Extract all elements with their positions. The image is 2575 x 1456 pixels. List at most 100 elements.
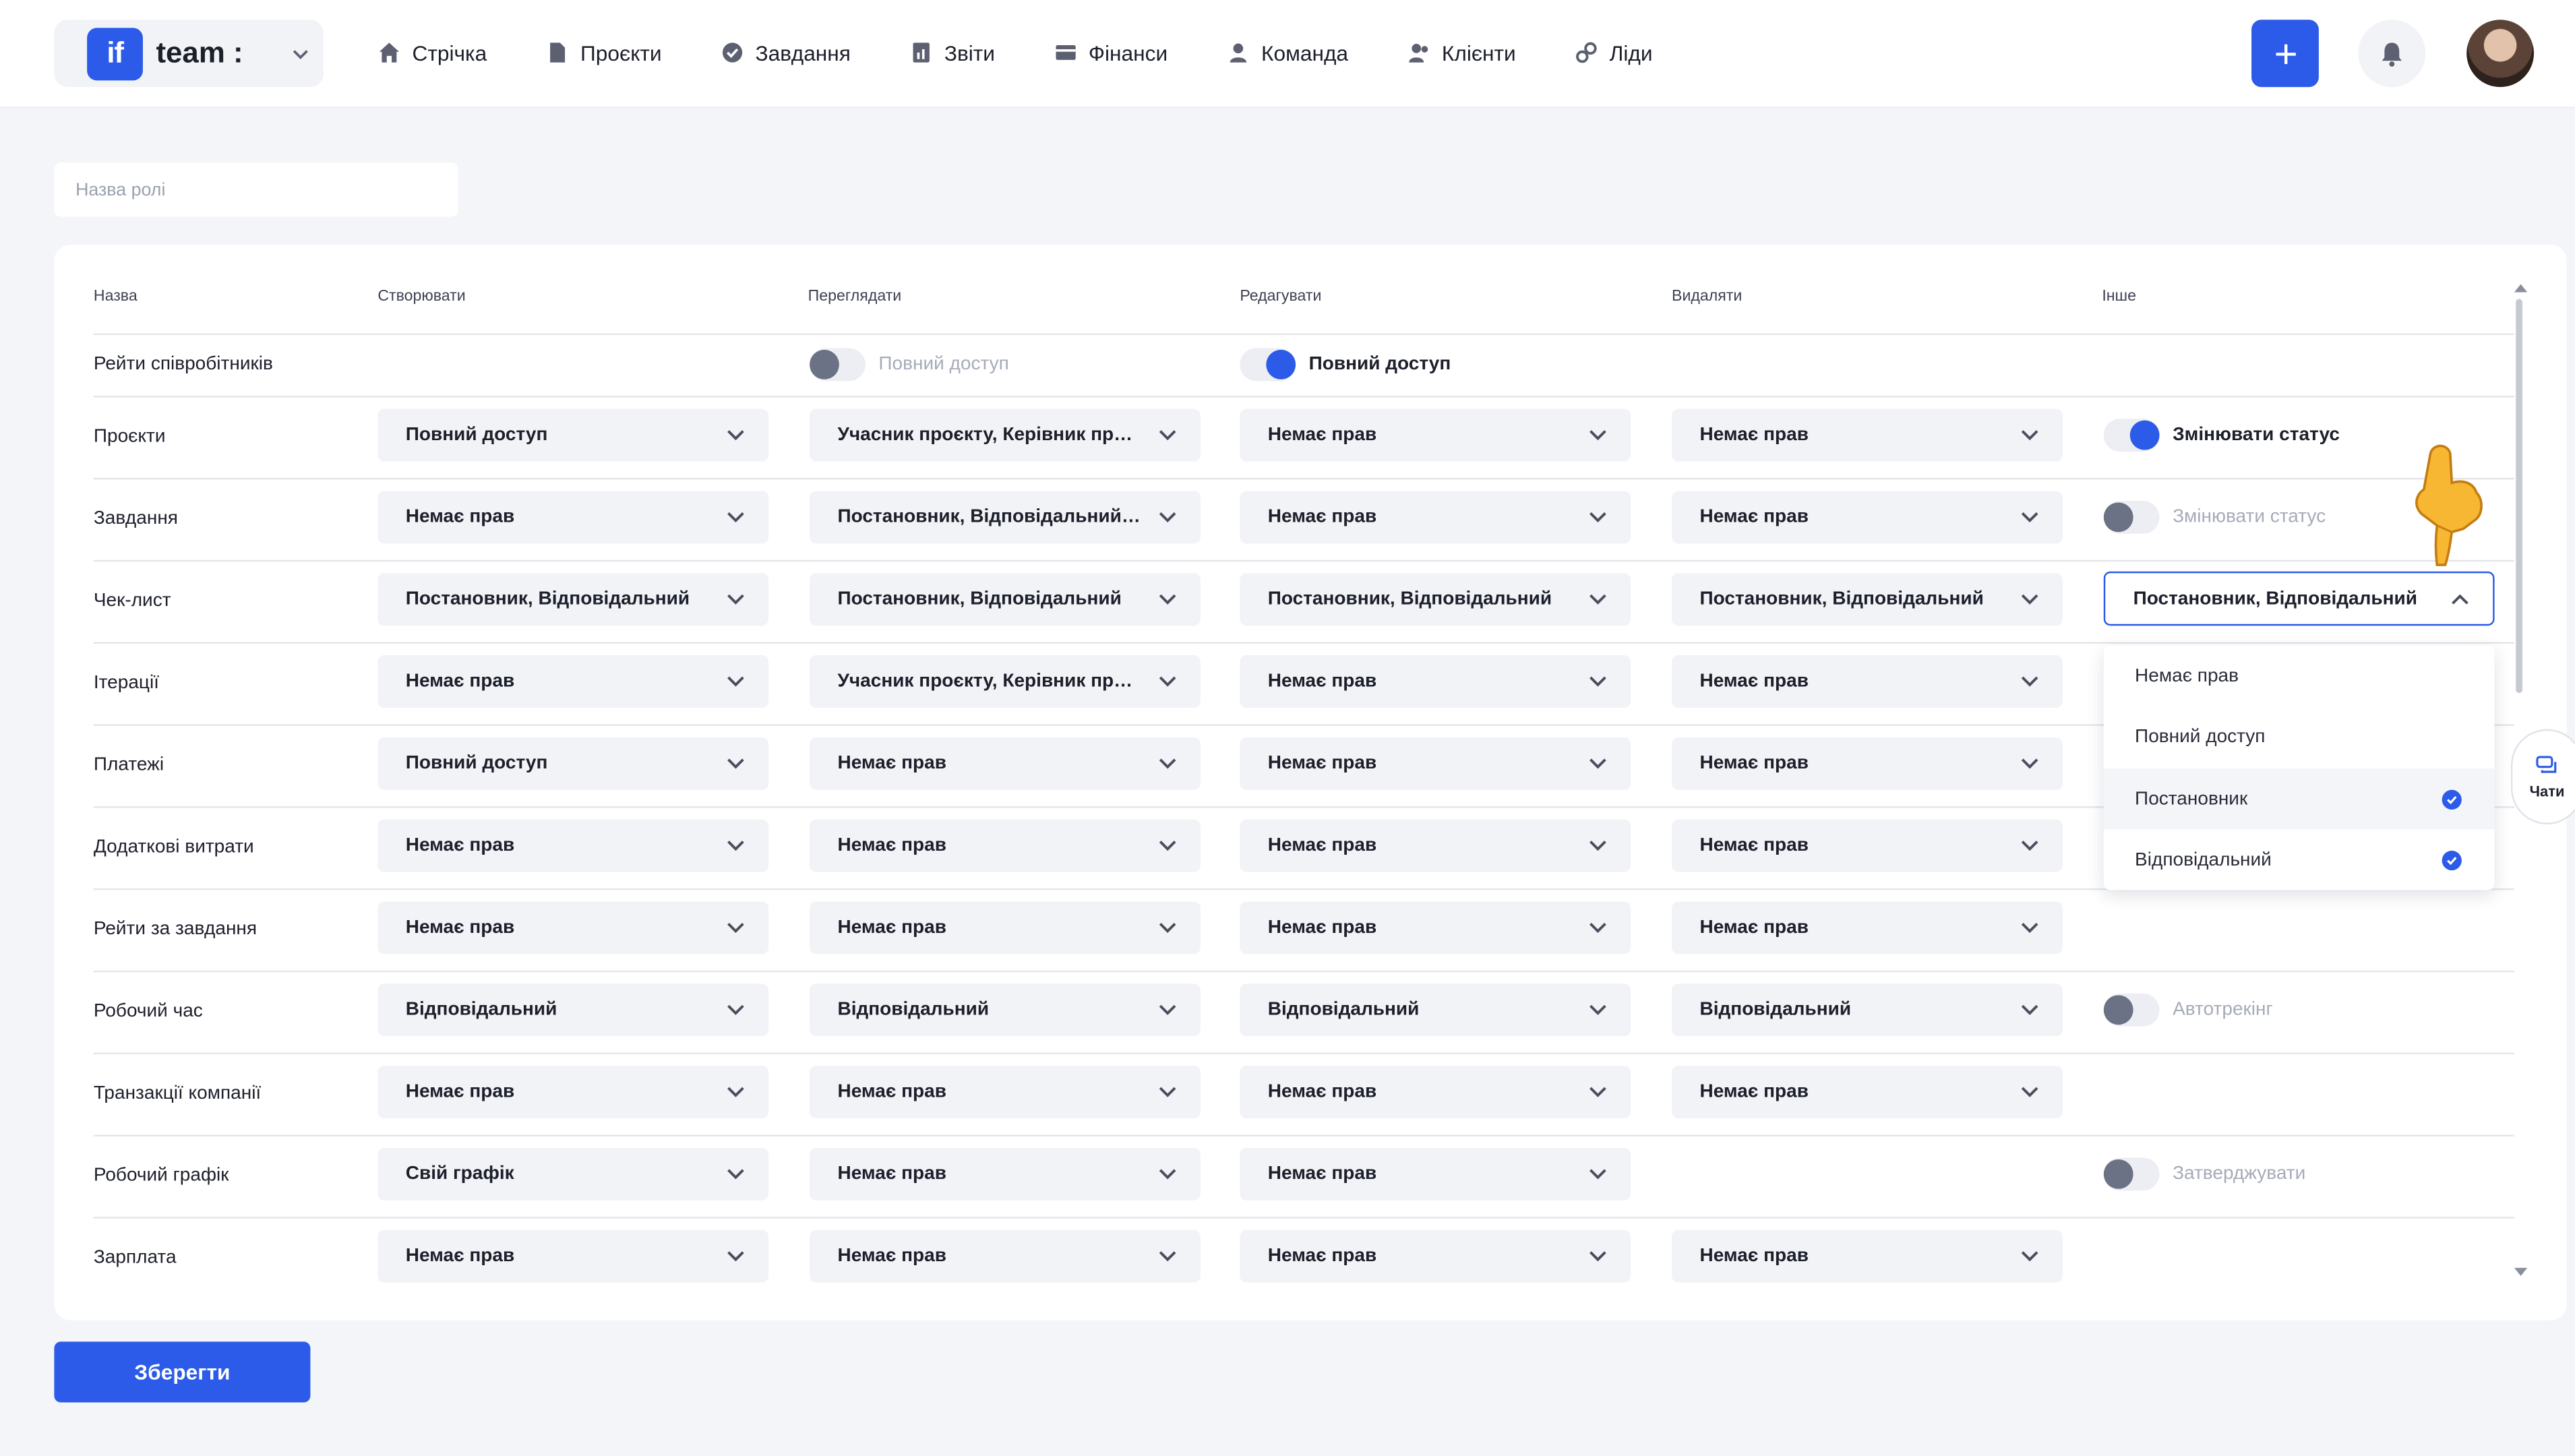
permission-select-view[interactable]: Постановник, Відповідальний, Спостерігач: [810, 491, 1201, 544]
permission-select-view[interactable]: Немає прав: [810, 737, 1201, 790]
dropdown-option[interactable]: Немає прав: [2104, 645, 2495, 706]
permission-select-edit[interactable]: Немає прав: [1240, 901, 1631, 954]
permission-select-create[interactable]: Постановник, Відповідальний: [377, 573, 769, 626]
permission-select-view[interactable]: Немає прав: [810, 1230, 1201, 1283]
permission-select-view[interactable]: Постановник, Відповідальний: [810, 573, 1201, 626]
toggle-other[interactable]: Автотрекінг: [2103, 993, 2273, 1027]
permission-select-delete[interactable]: Немає прав: [1672, 408, 2063, 462]
nav-feed[interactable]: Стрічка: [377, 33, 487, 72]
nav-team[interactable]: Команда: [1227, 33, 1348, 72]
permission-select-view[interactable]: Учасник проєкту, Керівник проєкту: [810, 655, 1201, 708]
permission-select-delete[interactable]: Немає прав: [1672, 737, 2063, 790]
permission-select-edit[interactable]: Немає прав: [1240, 655, 1631, 708]
select-value: Немає прав: [837, 836, 946, 856]
notifications-button[interactable]: [2358, 20, 2426, 88]
row-name: Ітерації: [93, 673, 159, 694]
permission-select-edit[interactable]: Немає прав: [1240, 819, 1631, 872]
dropdown-option[interactable]: Повний доступ: [2104, 706, 2495, 767]
permission-select-create[interactable]: Повний доступ: [377, 737, 769, 790]
report-icon: [913, 42, 930, 63]
chevron-down-icon: [2021, 676, 2038, 687]
user-avatar[interactable]: [2466, 20, 2535, 88]
select-value: Немає прав: [837, 1082, 946, 1102]
scroll-up-icon[interactable]: [2514, 282, 2528, 293]
nav-label: Стрічка: [412, 40, 487, 65]
select-value: Немає прав: [405, 836, 515, 856]
role-name-input[interactable]: [54, 162, 458, 217]
toggle-track: [2103, 419, 2160, 452]
permission-select-edit[interactable]: Постановник, Відповідальний: [1240, 573, 1631, 626]
nav-tasks[interactable]: Завдання: [721, 33, 851, 72]
permission-select-delete[interactable]: Немає прав: [1672, 819, 2063, 872]
permission-select-view[interactable]: Немає прав: [810, 819, 1201, 872]
permission-select-create[interactable]: Немає прав: [377, 1230, 769, 1283]
toggle-other[interactable]: Змінювати статус: [2103, 501, 2326, 534]
toggle-view-full-access[interactable]: Повний доступ: [810, 348, 1009, 382]
toggle-label: Повний доступ: [878, 355, 1009, 375]
permission-select-create[interactable]: Відповідальний: [377, 983, 769, 1037]
permission-select-edit[interactable]: Немає прав: [1240, 1066, 1631, 1119]
dropdown-option[interactable]: Відповідальний: [2104, 829, 2495, 890]
nav-finance[interactable]: Фінанси: [1054, 33, 1168, 72]
permission-select-other-open[interactable]: Постановник, Відповідальний: [2103, 571, 2495, 626]
toggle-other[interactable]: Затверджувати: [2103, 1157, 2305, 1191]
link-icon: [1576, 42, 1597, 63]
nav-reports[interactable]: Звіти: [910, 33, 995, 72]
select-value: Немає прав: [1699, 425, 1809, 446]
chevron-down-icon: [1159, 676, 1176, 687]
nav-leads[interactable]: Ліди: [1575, 33, 1653, 72]
permission-select-delete[interactable]: Немає прав: [1672, 1066, 2063, 1119]
permission-select-edit[interactable]: Немає прав: [1240, 1147, 1631, 1201]
app-root: if team : Стрічка Проєкти Завдання Звіти: [0, 0, 2575, 1456]
chevron-down-icon: [2021, 922, 2038, 934]
nav-label: Звіти: [944, 40, 996, 65]
permission-select-view[interactable]: Відповідальний: [810, 983, 1201, 1037]
permission-select-create[interactable]: Немає прав: [377, 901, 769, 954]
permission-select-create[interactable]: Свій графік: [377, 1147, 769, 1201]
save-button[interactable]: Зберегти: [54, 1341, 311, 1403]
permission-select-create[interactable]: Повний доступ: [377, 408, 769, 462]
chevron-down-icon: [727, 1251, 744, 1262]
select-value: Немає прав: [1699, 1082, 1809, 1102]
team-name: team :: [156, 36, 243, 69]
permission-select-edit[interactable]: Відповідальний: [1240, 983, 1631, 1037]
toggle-other[interactable]: Змінювати статус: [2103, 419, 2340, 452]
chevron-down-icon: [1589, 758, 1606, 769]
permission-select-edit[interactable]: Немає прав: [1240, 491, 1631, 544]
chat-button[interactable]: Чати: [2510, 729, 2575, 824]
nav-projects[interactable]: Проєкти: [546, 33, 662, 72]
nav-clients[interactable]: Клієнти: [1407, 33, 1516, 72]
scroll-down-icon[interactable]: [2514, 1267, 2528, 1278]
permission-select-edit[interactable]: Немає прав: [1240, 408, 1631, 462]
permission-select-view[interactable]: Немає прав: [810, 1147, 1201, 1201]
scrollbar-thumb[interactable]: [2516, 299, 2523, 694]
permission-select-delete[interactable]: Відповідальний: [1672, 983, 2063, 1037]
permission-select-create[interactable]: Немає прав: [377, 655, 769, 708]
row-name: Робочий час: [93, 1002, 203, 1022]
select-value: Немає прав: [1699, 836, 1809, 856]
permission-select-edit[interactable]: Немає прав: [1240, 1230, 1631, 1283]
permission-select-view[interactable]: Учасник проєкту, Керівник проєкту: [810, 408, 1201, 462]
chevron-down-icon: [727, 758, 744, 769]
permission-select-edit[interactable]: Немає прав: [1240, 737, 1631, 790]
permission-select-delete[interactable]: Немає прав: [1672, 901, 2063, 954]
add-button[interactable]: [2251, 20, 2319, 88]
permission-select-create[interactable]: Немає прав: [377, 819, 769, 872]
chevron-down-icon: [1589, 1087, 1606, 1097]
permission-select-delete[interactable]: Немає прав: [1672, 1230, 2063, 1283]
team-switcher[interactable]: if team :: [54, 20, 324, 88]
chat-label: Чати: [2529, 782, 2565, 799]
permission-select-delete[interactable]: Немає прав: [1672, 655, 2063, 708]
permission-select-create[interactable]: Немає прав: [377, 491, 769, 544]
permission-select-delete[interactable]: Постановник, Відповідальний: [1672, 573, 2063, 626]
nav-label: Команда: [1261, 40, 1349, 65]
permission-select-create[interactable]: Немає прав: [377, 1066, 769, 1119]
chevron-down-icon: [727, 1087, 744, 1097]
permission-select-delete[interactable]: Немає прав: [1672, 491, 2063, 544]
permission-select-view[interactable]: Немає прав: [810, 901, 1201, 954]
pointing-hand-icon: [2415, 444, 2483, 566]
chevron-down-icon: [2021, 1251, 2038, 1262]
permission-select-view[interactable]: Немає прав: [810, 1066, 1201, 1119]
toggle-edit-full-access[interactable]: Повний доступ: [1240, 348, 1451, 382]
dropdown-option[interactable]: Постановник: [2103, 768, 2495, 830]
